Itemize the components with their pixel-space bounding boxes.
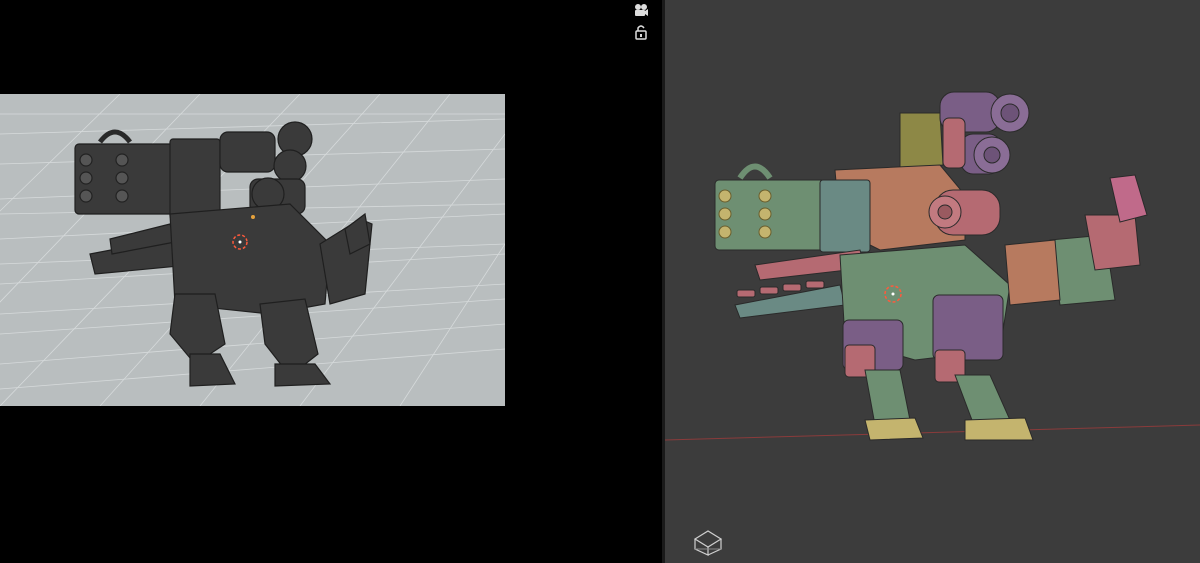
grid-scene (0, 94, 505, 406)
camera-icon (635, 4, 648, 16)
right-viewport[interactable] (665, 0, 1200, 563)
origin-dot (251, 215, 255, 219)
lock-button[interactable] (631, 22, 651, 42)
x-axis-line (665, 424, 1200, 441)
view-cube-button[interactable] (691, 527, 725, 557)
camera-frame[interactable] (0, 94, 505, 406)
lock-icon (635, 25, 647, 40)
solid-scene (665, 91, 1200, 441)
camera-button[interactable] (631, 0, 651, 20)
mecha-model-colored[interactable] (714, 91, 1148, 441)
left-viewport[interactable] (0, 0, 662, 563)
view-cube-icon (693, 530, 723, 556)
